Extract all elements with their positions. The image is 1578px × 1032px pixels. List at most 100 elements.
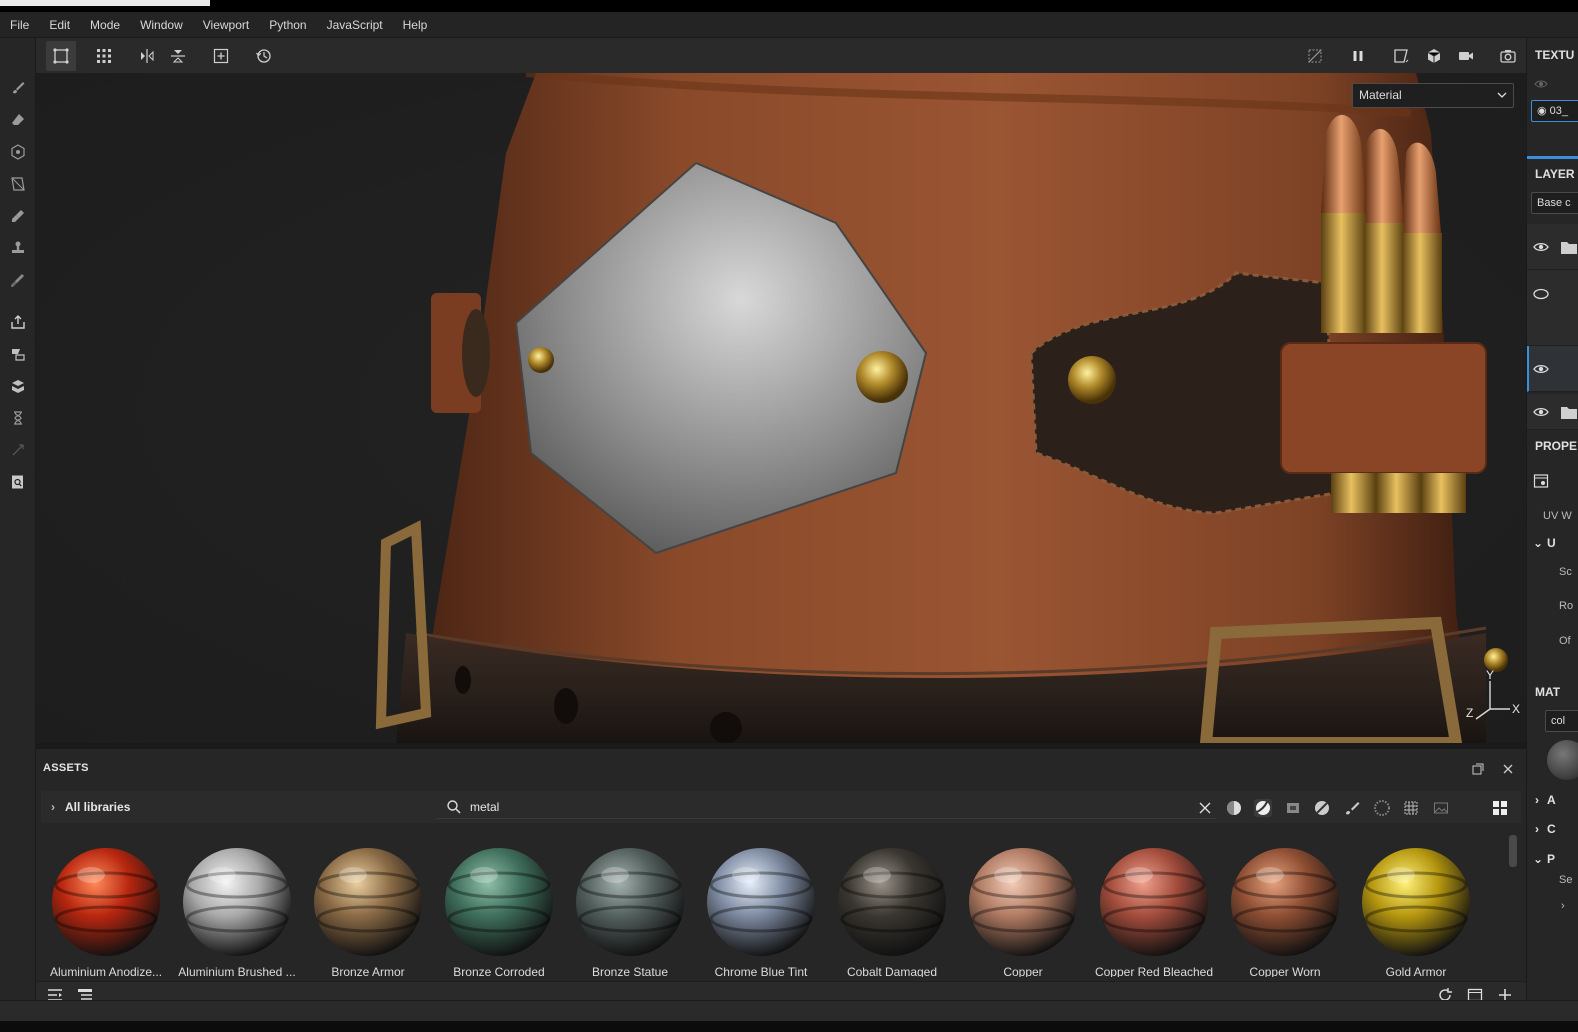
offset-label: Of (1559, 635, 1571, 647)
filter-textures[interactable] (1284, 799, 1302, 817)
layers-channel-dropdown[interactable]: Base c (1531, 192, 1578, 214)
section-c[interactable]: › C (1535, 822, 1556, 836)
texture-set-item[interactable]: ◉ 03_ (1531, 100, 1578, 122)
material-name: Bronze Corroded (453, 965, 545, 977)
menu-window[interactable]: Window (130, 12, 193, 38)
material-thumbnail[interactable]: Copper Red Bleached (1089, 833, 1219, 977)
material-thumbnail[interactable]: Chrome Blue Tint (696, 833, 826, 977)
filter-grunges[interactable] (1402, 799, 1420, 817)
3d-viewport[interactable]: Y X Z Material (36, 73, 1526, 743)
tool-polygon-fill[interactable] (8, 174, 28, 194)
material-thumbnail[interactable]: Copper (958, 833, 1088, 977)
brush-icon (13, 82, 25, 94)
close-panel-button[interactable] (1500, 761, 1516, 777)
tool-eraser[interactable] (8, 110, 28, 130)
uv-tiles-button[interactable] (46, 41, 76, 71)
tool-projection[interactable] (8, 142, 28, 162)
libraries-selector[interactable]: › All libraries (51, 800, 130, 814)
filter-smart-materials[interactable] (1225, 799, 1243, 817)
menu-mode[interactable]: Mode (80, 12, 130, 38)
camera-button[interactable] (1451, 41, 1481, 71)
mirror-x-button[interactable] (132, 41, 162, 71)
uv-section-label: U (1547, 536, 1556, 550)
properties-settings-icon[interactable] (1533, 473, 1549, 489)
material-thumbnail[interactable]: Cobalt Damaged (827, 833, 957, 977)
tool-plugin[interactable] (8, 440, 28, 460)
filter-brushes[interactable] (1343, 799, 1361, 817)
menu-help[interactable]: Help (393, 12, 438, 38)
material-thumbnail[interactable]: Bronze Armor (303, 833, 433, 977)
undock-icon (1472, 763, 1484, 775)
menu-javascript[interactable]: JavaScript (317, 12, 393, 38)
tool-timer[interactable] (8, 408, 28, 428)
material-thumbnail[interactable]: Gold Armor (1351, 833, 1481, 977)
tool-color-picker[interactable] (8, 270, 28, 290)
uv-section-header[interactable]: ⌄ U (1533, 536, 1556, 550)
material-name: Bronze Statue (591, 965, 669, 977)
eye-icon[interactable]: ◉ (1537, 105, 1550, 117)
material-sphere-preview (1362, 848, 1470, 956)
chevron-right-icon[interactable]: › (1561, 900, 1565, 912)
eye-hidden-icon[interactable] (1533, 76, 1549, 92)
axis-x-label: X (1512, 702, 1520, 716)
eye-icon[interactable] (1533, 361, 1549, 377)
section-a[interactable]: › A (1535, 793, 1556, 807)
eye-icon[interactable] (1533, 404, 1549, 420)
close-icon (1503, 764, 1513, 774)
menu-python[interactable]: Python (259, 12, 316, 38)
rendered-leather-belt-model: Y X Z (375, 73, 1520, 743)
screenshot-button[interactable] (1493, 41, 1523, 71)
add-square-icon (213, 48, 229, 64)
view-2d-button[interactable] (1386, 41, 1416, 71)
tool-export[interactable] (8, 312, 28, 332)
layer-row-folder-2[interactable] (1527, 394, 1578, 430)
assets-filter-bar: › All libraries (41, 791, 1521, 823)
tool-smudge[interactable] (8, 206, 28, 226)
menu-file[interactable]: File (0, 12, 39, 38)
chevron-right-icon: › (51, 800, 55, 814)
layer-row-2[interactable] (1527, 270, 1578, 346)
grid-tiles-button[interactable] (89, 41, 119, 71)
reset-button[interactable] (249, 41, 279, 71)
assets-scrollbar[interactable] (1509, 835, 1517, 867)
tool-paint[interactable] (8, 78, 28, 98)
layer-row-folder-1[interactable] (1527, 224, 1578, 270)
uv-view-icon (1394, 49, 1409, 63)
filter-environments[interactable] (1432, 799, 1450, 817)
undock-button[interactable] (1470, 761, 1486, 777)
menu-viewport[interactable]: Viewport (193, 12, 259, 38)
chevron-down-icon: ⌄ (1533, 536, 1544, 550)
search-input[interactable] (470, 798, 1170, 816)
menu-edit[interactable]: Edit (39, 12, 80, 38)
add-button[interactable] (206, 41, 236, 71)
filter-materials[interactable] (1254, 799, 1272, 817)
display-mode-dropdown[interactable]: Material (1352, 83, 1514, 108)
tool-clone[interactable] (8, 238, 28, 258)
section-c-label: C (1547, 822, 1556, 836)
tool-search-doc[interactable] (8, 472, 28, 492)
eye-outline-icon[interactable] (1533, 286, 1549, 302)
filter-procedurals[interactable] (1313, 799, 1331, 817)
smudge-icon (12, 210, 24, 222)
pause-button[interactable] (1343, 41, 1373, 71)
layer-row-selected[interactable] (1527, 346, 1578, 392)
filter-alphas[interactable] (1373, 799, 1391, 817)
select-tiles-icon (53, 48, 69, 64)
clear-search-button[interactable] (1196, 799, 1214, 817)
tool-bake[interactable] (8, 344, 28, 364)
material-thumbnail[interactable]: Aluminium Brushed ... (172, 833, 302, 977)
mirror-y-button[interactable] (163, 41, 193, 71)
material-thumbnail[interactable]: Aluminium Anodize... (41, 833, 171, 977)
search-icon (447, 800, 461, 814)
material-thumbnail[interactable]: Copper Worn (1220, 833, 1350, 977)
material-thumbnail[interactable]: Bronze Statue (565, 833, 695, 977)
hide-wireframe-button[interactable] (1300, 41, 1330, 71)
tool-display-settings[interactable] (8, 376, 28, 396)
material-thumbnail[interactable]: Bronze Corroded (434, 833, 564, 977)
section-p[interactable]: ⌄ P (1533, 852, 1555, 866)
view-3d-button[interactable] (1419, 41, 1449, 71)
eye-icon[interactable] (1533, 239, 1549, 255)
material-mode-field[interactable]: col (1545, 710, 1578, 732)
view-mode-grid-button[interactable] (1491, 799, 1509, 817)
eraser-icon (12, 114, 24, 125)
